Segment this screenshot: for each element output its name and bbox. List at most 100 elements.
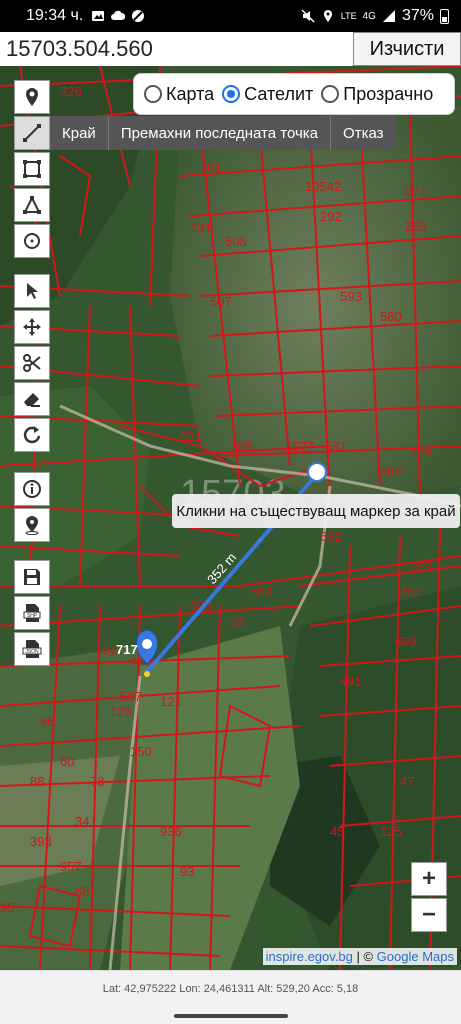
undo-icon [23,426,41,444]
cancel-button[interactable]: Отказ [331,116,395,150]
parcel-number-label: 699 [395,634,417,649]
select-tool-button[interactable] [14,274,50,308]
eraser-icon [24,393,40,407]
move-icon [23,318,41,336]
parcel-number-label: 68 [75,884,89,899]
parcel-number-label: 507 [210,294,232,309]
parcel-number-label: 93 [180,864,194,879]
circle-tool-button[interactable] [14,224,50,258]
image-notification-icon [92,11,105,21]
clear-button[interactable]: Изчисти [353,32,461,66]
erase-tool-button[interactable] [14,382,50,416]
battery-percent: 37% [401,7,434,24]
add-marker-button[interactable] [14,508,50,542]
move-tool-button[interactable] [14,310,50,344]
parcel-number-label: 393 [30,834,52,849]
parcel-number-label: 150 [130,744,152,759]
status-bar: 19:34 ч. LTE 4G 37% [0,0,461,32]
polygon-tool-button[interactable] [14,188,50,222]
gps-readout: Lat: 42,975222 Lon: 24,461311 Alt: 529,2… [102,983,359,995]
status-time: 19:34 ч. [26,7,84,24]
parcel-number-label: 457 [400,584,422,599]
parcel-number-label: 292 [320,209,342,224]
polyline-tool-button[interactable] [14,116,50,150]
remove-last-point-button[interactable]: Премахни последната точка [109,116,332,150]
bottom-bar: Lat: 42,975222 Lon: 24,461311 Alt: 529,2… [0,970,461,1024]
parcel-number-label: 47 [400,774,414,789]
mute-icon [301,9,315,23]
parcel-number-label: 60 [60,754,74,769]
radio-transparent[interactable] [321,85,340,103]
parcel-number-label: 550 [250,584,272,599]
parcel-number-label: 34 [75,814,89,829]
cut-tool-button[interactable] [14,346,50,380]
svg-text:JSON: JSON [25,649,39,655]
parcel-number-label: 1077 [285,439,314,454]
radio-map[interactable] [144,85,162,103]
rectangle-icon [23,160,41,178]
polyline-icon [23,124,41,142]
location-button[interactable] [14,80,50,114]
parcel-number-label: 181 [200,160,222,175]
map-type-option-satellite[interactable]: Сателит [222,84,313,105]
parcel-number-label: 125 [380,824,402,839]
hint-tooltip: Кликни на съществуващ маркер за край [172,494,460,528]
parcel-number-label: 269 [405,219,427,234]
map-type-label-map: Карта [166,83,215,104]
inspire-link[interactable]: inspire.egov.bg [266,949,353,964]
parcel-number-label: 580 [380,309,402,324]
map-type-selector: Карта Сателит Прозрачно [133,73,455,115]
parcel-number-label: 508 [225,234,247,249]
undo-button[interactable] [14,418,50,452]
map-type-option-map[interactable]: Карта [144,84,214,105]
network-label: 4G [362,10,376,22]
zoom-in-button[interactable]: + [411,862,447,896]
map-attribution: inspire.egov.bg | © Google Maps [262,948,457,965]
parcel-number-label: 936 [160,824,182,839]
save-icon [24,569,40,585]
parcel-search-input[interactable] [0,31,352,66]
gesture-handle[interactable] [174,1014,288,1018]
parcel-number-label: 78 [90,774,104,789]
save-button[interactable] [14,560,50,594]
google-maps-link[interactable]: Google Maps [377,949,454,964]
map-type-label-satellite: Сателит [244,83,314,104]
parcel-number-label: 593 [340,289,362,304]
pin-marker-icon [25,516,39,535]
parcel-number-label: 426 [410,444,432,459]
map-type-label-transparent: Прозрачно [343,83,434,104]
json-file-icon: JSON [22,640,42,658]
info-icon [23,480,41,498]
map-type-option-transparent[interactable]: Прозрачно [321,84,433,105]
blocked-icon [132,10,145,22]
svg-text:SHP: SHP [27,613,38,619]
pointer-icon [27,283,38,299]
search-bar: Изчисти [0,31,461,66]
volte-label: LTE [340,11,357,21]
battery-icon [440,8,449,24]
radio-satellite[interactable] [222,85,241,103]
parcel-number-label: 957 [60,859,82,874]
measure-action-bar: Край Премахни последната точка Отказ [50,116,396,150]
export-json-button[interactable]: JSON [14,632,50,666]
info-button[interactable] [14,472,50,506]
parcel-number-label: 88 [30,774,44,789]
parcel-number-label: 708 [230,439,252,454]
parcel-number-label: 271 [405,184,427,199]
parcel-number-label: 507 [120,689,142,704]
parcel-number-label: 131 [190,220,212,235]
finish-button[interactable]: Край [50,116,109,150]
cloud-icon [111,10,126,20]
parcel-number-label: 521 [180,429,202,444]
parcel-number-label: 326 [60,84,82,99]
endpoint-marker[interactable] [307,462,327,482]
parcel-number-label: 553 [410,559,432,574]
export-shp-button[interactable]: SHP [14,596,50,630]
parcel-number-label: 10542 [305,179,341,194]
zoom-out-button[interactable]: − [411,898,447,932]
location-status-icon [323,10,332,22]
parcel-number-label: 45 [330,824,344,839]
parcel-number-label: 96 [40,714,54,729]
rectangle-tool-button[interactable] [14,152,50,186]
attribution-separator: | © [352,949,377,964]
